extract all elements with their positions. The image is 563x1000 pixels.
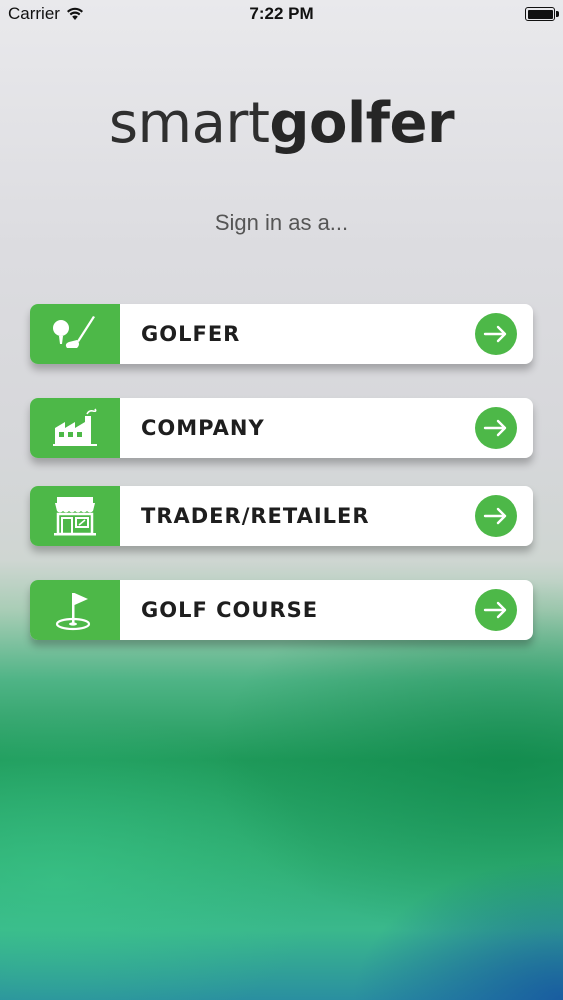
arrow-right-icon[interactable] bbox=[475, 313, 517, 355]
app-logo: smartgolfer bbox=[0, 96, 563, 152]
logo-text-bold: golfer bbox=[269, 91, 455, 156]
logo-text-light: smart bbox=[108, 91, 270, 156]
factory-icon bbox=[53, 408, 97, 446]
arrow-right-icon[interactable] bbox=[475, 407, 517, 449]
battery-icon bbox=[525, 7, 559, 21]
arrow-right-icon[interactable] bbox=[475, 495, 517, 537]
sign-in-golf-course-button[interactable]: GOLF COURSE bbox=[30, 580, 533, 640]
sign-in-trader-retailer-button[interactable]: TRADER/RETAILER bbox=[30, 486, 533, 546]
option-icon-box bbox=[30, 486, 120, 546]
sign-in-golfer-button[interactable]: GOLFER bbox=[30, 304, 533, 364]
option-label-golfer: GOLFER bbox=[141, 322, 241, 346]
option-icon-box bbox=[30, 398, 120, 458]
option-icon-box bbox=[30, 304, 120, 364]
golf-ball-club-icon bbox=[53, 316, 95, 348]
option-label-golf-course: GOLF COURSE bbox=[141, 598, 319, 622]
status-bar: Carrier 7:22 PM bbox=[0, 0, 563, 28]
storefront-icon bbox=[54, 497, 96, 536]
sign-in-prompt: Sign in as a... bbox=[214, 210, 349, 235]
arrow-right-icon[interactable] bbox=[475, 589, 517, 631]
option-label-company: COMPANY bbox=[141, 416, 265, 440]
golf-flag-icon bbox=[55, 593, 91, 631]
option-label-trader-retailer: TRADER/RETAILER bbox=[141, 504, 370, 528]
option-icon-box bbox=[30, 580, 120, 640]
status-time: 7:22 PM bbox=[249, 4, 314, 23]
sign-in-company-button[interactable]: COMPANY bbox=[30, 398, 533, 458]
